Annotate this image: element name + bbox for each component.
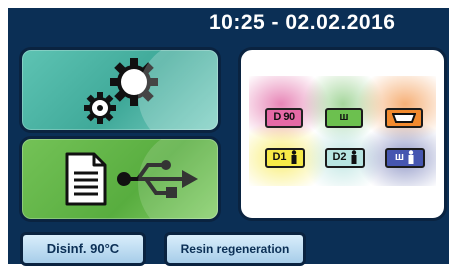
program-label: D1 (272, 151, 287, 163)
resin-regeneration-label: Resin regeneration (180, 242, 290, 256)
program-d2-button[interactable]: D2 (325, 148, 365, 168)
program-label: ш (394, 151, 405, 163)
settings-tile[interactable] (19, 47, 221, 133)
program-w-button[interactable]: ш (325, 108, 363, 128)
usb-export-tile[interactable] (19, 136, 221, 222)
usb-icon (117, 160, 198, 198)
program-label: D 90 (273, 111, 295, 123)
person-icon (351, 150, 357, 165)
person-icon (291, 150, 297, 165)
program-label: D2 (332, 151, 347, 163)
programs-color-background (249, 76, 436, 186)
document-icon (65, 152, 107, 206)
resin-regeneration-button[interactable]: Resin regeneration (164, 232, 306, 266)
program-d1-button[interactable]: D1 (265, 148, 305, 168)
datetime-display: 10:25 - 02.02.2016 (209, 11, 396, 34)
device-screen: 10:25 - 02.02.2016 D 90 ш D1 D2 ш Disinf… (8, 8, 449, 266)
disinfection-label: Disinf. 90°C (46, 241, 120, 256)
programs-panel: D 90 ш D1 D2 ш (238, 47, 447, 221)
program-tray-button[interactable] (385, 108, 423, 128)
tray-icon (391, 113, 417, 123)
disinfection-button[interactable]: Disinf. 90°C (20, 232, 146, 266)
person-icon (408, 150, 414, 165)
program-d90-button[interactable]: D 90 (265, 108, 303, 128)
program-label: ш (339, 111, 349, 123)
gears-icon (84, 58, 158, 124)
program-w-person-button[interactable]: ш (385, 148, 425, 168)
